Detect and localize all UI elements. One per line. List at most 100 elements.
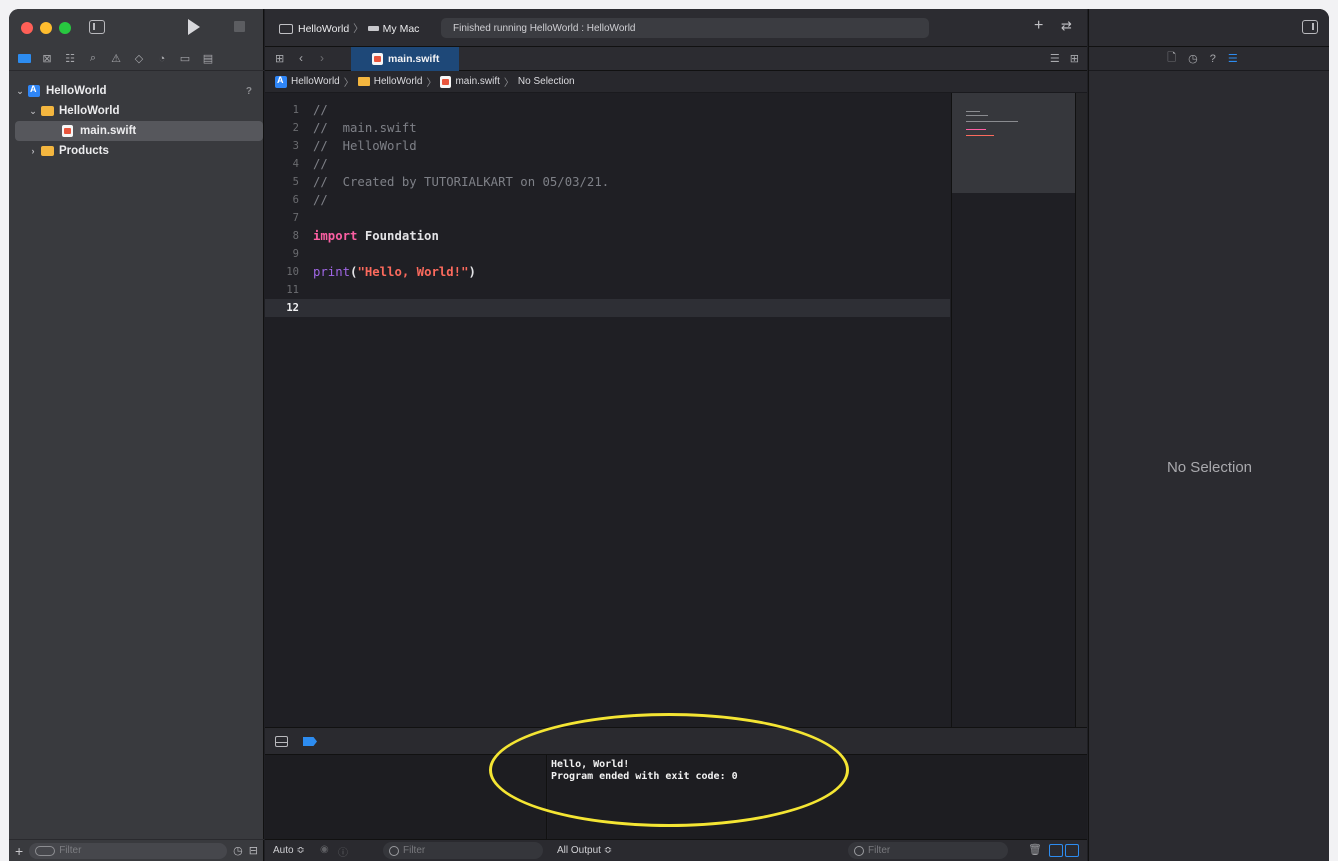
eye-icon[interactable]: ◉ <box>320 844 329 855</box>
variables-view <box>265 755 547 839</box>
inspector-toolbar <box>1089 9 1329 47</box>
breadcrumb-item-file[interactable]: main.swift <box>455 76 499 87</box>
symbol-navigator-icon[interactable]: ☷ <box>62 52 78 66</box>
console-filter-input[interactable]: Filter <box>848 842 1008 859</box>
code-line[interactable]: 1 // <box>265 101 950 119</box>
products-name: Products <box>59 145 109 157</box>
chevron-right-icon: 〉 <box>503 78 514 89</box>
breakpoints-toggle-icon[interactable] <box>303 737 317 746</box>
file-name: main.swift <box>80 125 137 137</box>
editor-options: ☰ ⊞ <box>1050 52 1079 65</box>
history-inspector-icon[interactable]: ◷ <box>1188 52 1198 65</box>
report-navigator-icon[interactable]: ▤ <box>200 52 216 66</box>
stop-button[interactable] <box>234 21 245 32</box>
breadcrumb-item-project[interactable]: HelloWorld <box>291 76 340 87</box>
inspector-tabs: 🗋 ◷ ? ☰ <box>1089 47 1329 71</box>
attributes-inspector-icon[interactable]: ☰ <box>1228 52 1238 65</box>
info-icon[interactable]: ⓘ <box>338 844 348 859</box>
xcode-window: ⊠ ☷ ⌕ ⚠ ◇ ◔ ▭ ▤ ⌄ HelloWorld ? ⌄ HelloWo… <box>9 9 1329 861</box>
output-select[interactable]: All Output ≎ <box>557 845 612 856</box>
issue-navigator-icon[interactable]: ⚠ <box>108 52 124 66</box>
trash-icon[interactable]: 🗑 <box>1028 843 1042 856</box>
close-window-button[interactable] <box>21 22 33 34</box>
source-control-navigator-icon[interactable]: ⊠ <box>39 52 55 66</box>
navigator-toggle-icon[interactable] <box>89 20 105 34</box>
project-navigator-icon[interactable] <box>16 52 32 66</box>
variables-filter-input[interactable]: Filter <box>383 842 543 859</box>
minimap[interactable] <box>951 93 1076 733</box>
scheme-target: My Mac <box>382 22 420 35</box>
chevron-right-icon[interactable]: › <box>28 146 38 156</box>
filter-options-icon[interactable] <box>35 845 56 856</box>
code-keyword: import <box>313 229 358 243</box>
scm-filter-icon[interactable]: ⊟ <box>249 844 258 857</box>
code-line[interactable]: 8 import Foundation <box>265 227 950 245</box>
group-name: HelloWorld <box>59 105 120 117</box>
line-number: 8 <box>292 230 299 242</box>
tab-main-swift[interactable]: main.swift <box>351 47 459 71</box>
breadcrumb-item-group[interactable]: HelloWorld <box>374 76 423 87</box>
related-items-icon[interactable]: ⊞ <box>275 52 284 65</box>
minimap-line <box>966 135 994 136</box>
scheme-selector[interactable]: HelloWorld 〉 My Mac <box>279 21 419 36</box>
tree-item-file[interactable]: main.swift <box>15 121 263 141</box>
chevron-down-icon[interactable]: ⌄ <box>28 106 38 117</box>
editor-options-icon[interactable]: ☰ <box>1050 52 1060 65</box>
code-paren: ( <box>350 265 358 279</box>
split-editor-icon[interactable]: ⊞ <box>1070 52 1079 65</box>
run-button[interactable] <box>188 19 200 35</box>
library-button[interactable]: + <box>1034 17 1043 35</box>
navigator-filter-input[interactable]: Filter <box>29 842 228 859</box>
code-function: print <box>313 265 351 279</box>
split-view-icon[interactable] <box>1049 844 1079 857</box>
code-line[interactable]: 2 // main.swift <box>265 119 950 137</box>
minimize-window-button[interactable] <box>40 22 52 34</box>
debug-navigator-icon[interactable]: ◔ <box>154 52 170 66</box>
test-navigator-icon[interactable]: ◇ <box>131 52 147 66</box>
code-line[interactable]: 3 // HelloWorld <box>265 137 950 155</box>
code-line[interactable]: 4 // <box>265 155 950 173</box>
source-editor[interactable]: 1 // 2 // main.swift 3 // HelloWorld 4 // 5 /… <box>265 101 950 727</box>
code-line[interactable]: 5 // Created by TUTORIALKART on 05/03/21. <box>265 173 950 191</box>
zoom-window-button[interactable] <box>59 22 71 34</box>
editor-scrollbar[interactable] <box>1075 93 1087 733</box>
console-filter-placeholder: Filter <box>868 845 891 856</box>
debug-bottom-bar: Auto ≎ ◉ ⓘ Filter All Output ≎ Filter 🗑 <box>265 839 1087 861</box>
navigator-selector-bar: ⊠ ☷ ⌕ ⚠ ◇ ◔ ▭ ▤ <box>9 47 264 71</box>
code-line[interactable]: 6 // <box>265 191 950 209</box>
code-line[interactable]: 11 <box>265 281 950 299</box>
chevron-down-icon[interactable]: ⌄ <box>15 86 25 97</box>
file-inspector-icon[interactable]: 🗋 <box>1167 49 1176 68</box>
code-line[interactable]: 9 <box>265 245 950 263</box>
activity-status: Finished running HelloWorld : HelloWorld <box>453 22 636 34</box>
code-comment: // HelloWorld <box>313 139 417 153</box>
console-output[interactable]: Hello, World! Program ended with exit co… <box>548 755 1087 839</box>
find-navigator-icon[interactable]: ⌕ <box>85 52 101 66</box>
tree-item-products[interactable]: › Products <box>9 141 264 161</box>
code-review-button[interactable]: ⇄ <box>1061 18 1072 34</box>
breadcrumb-item-symbol[interactable]: No Selection <box>518 76 575 87</box>
variables-filter-placeholder: Filter <box>403 845 426 856</box>
inspector-panel: 🗋 ◷ ? ☰ No Selection <box>1088 9 1329 861</box>
code-comment: // main.swift <box>313 121 417 135</box>
chevron-right-icon: 〉 <box>353 23 364 35</box>
hide-debug-area-icon[interactable] <box>275 736 288 747</box>
recent-files-icon[interactable]: ◷ <box>233 844 243 857</box>
tree-item-group[interactable]: ⌄ HelloWorld <box>9 101 264 121</box>
variables-scope-select[interactable]: Auto ≎ <box>273 845 305 856</box>
forward-icon[interactable]: › <box>320 51 324 65</box>
code-line[interactable]: 10 print("Hello, World!") <box>265 263 950 281</box>
chevron-right-icon: 〉 <box>343 78 354 89</box>
quick-help-icon[interactable]: ? <box>1210 53 1216 65</box>
minimap-viewport[interactable] <box>952 93 1076 193</box>
code-comment: // <box>313 157 328 171</box>
add-file-button[interactable]: + <box>15 843 23 859</box>
filter-icon <box>854 845 864 856</box>
breakpoint-navigator-icon[interactable]: ▭ <box>177 52 193 66</box>
code-line[interactable]: 7 <box>265 209 950 227</box>
back-icon[interactable]: ‹ <box>299 51 303 65</box>
code-line-current[interactable]: 12 <box>265 299 950 317</box>
line-number: 4 <box>292 158 299 170</box>
tree-item-project[interactable]: ⌄ HelloWorld ? <box>9 81 264 101</box>
inspector-toggle-icon[interactable] <box>1302 20 1318 34</box>
